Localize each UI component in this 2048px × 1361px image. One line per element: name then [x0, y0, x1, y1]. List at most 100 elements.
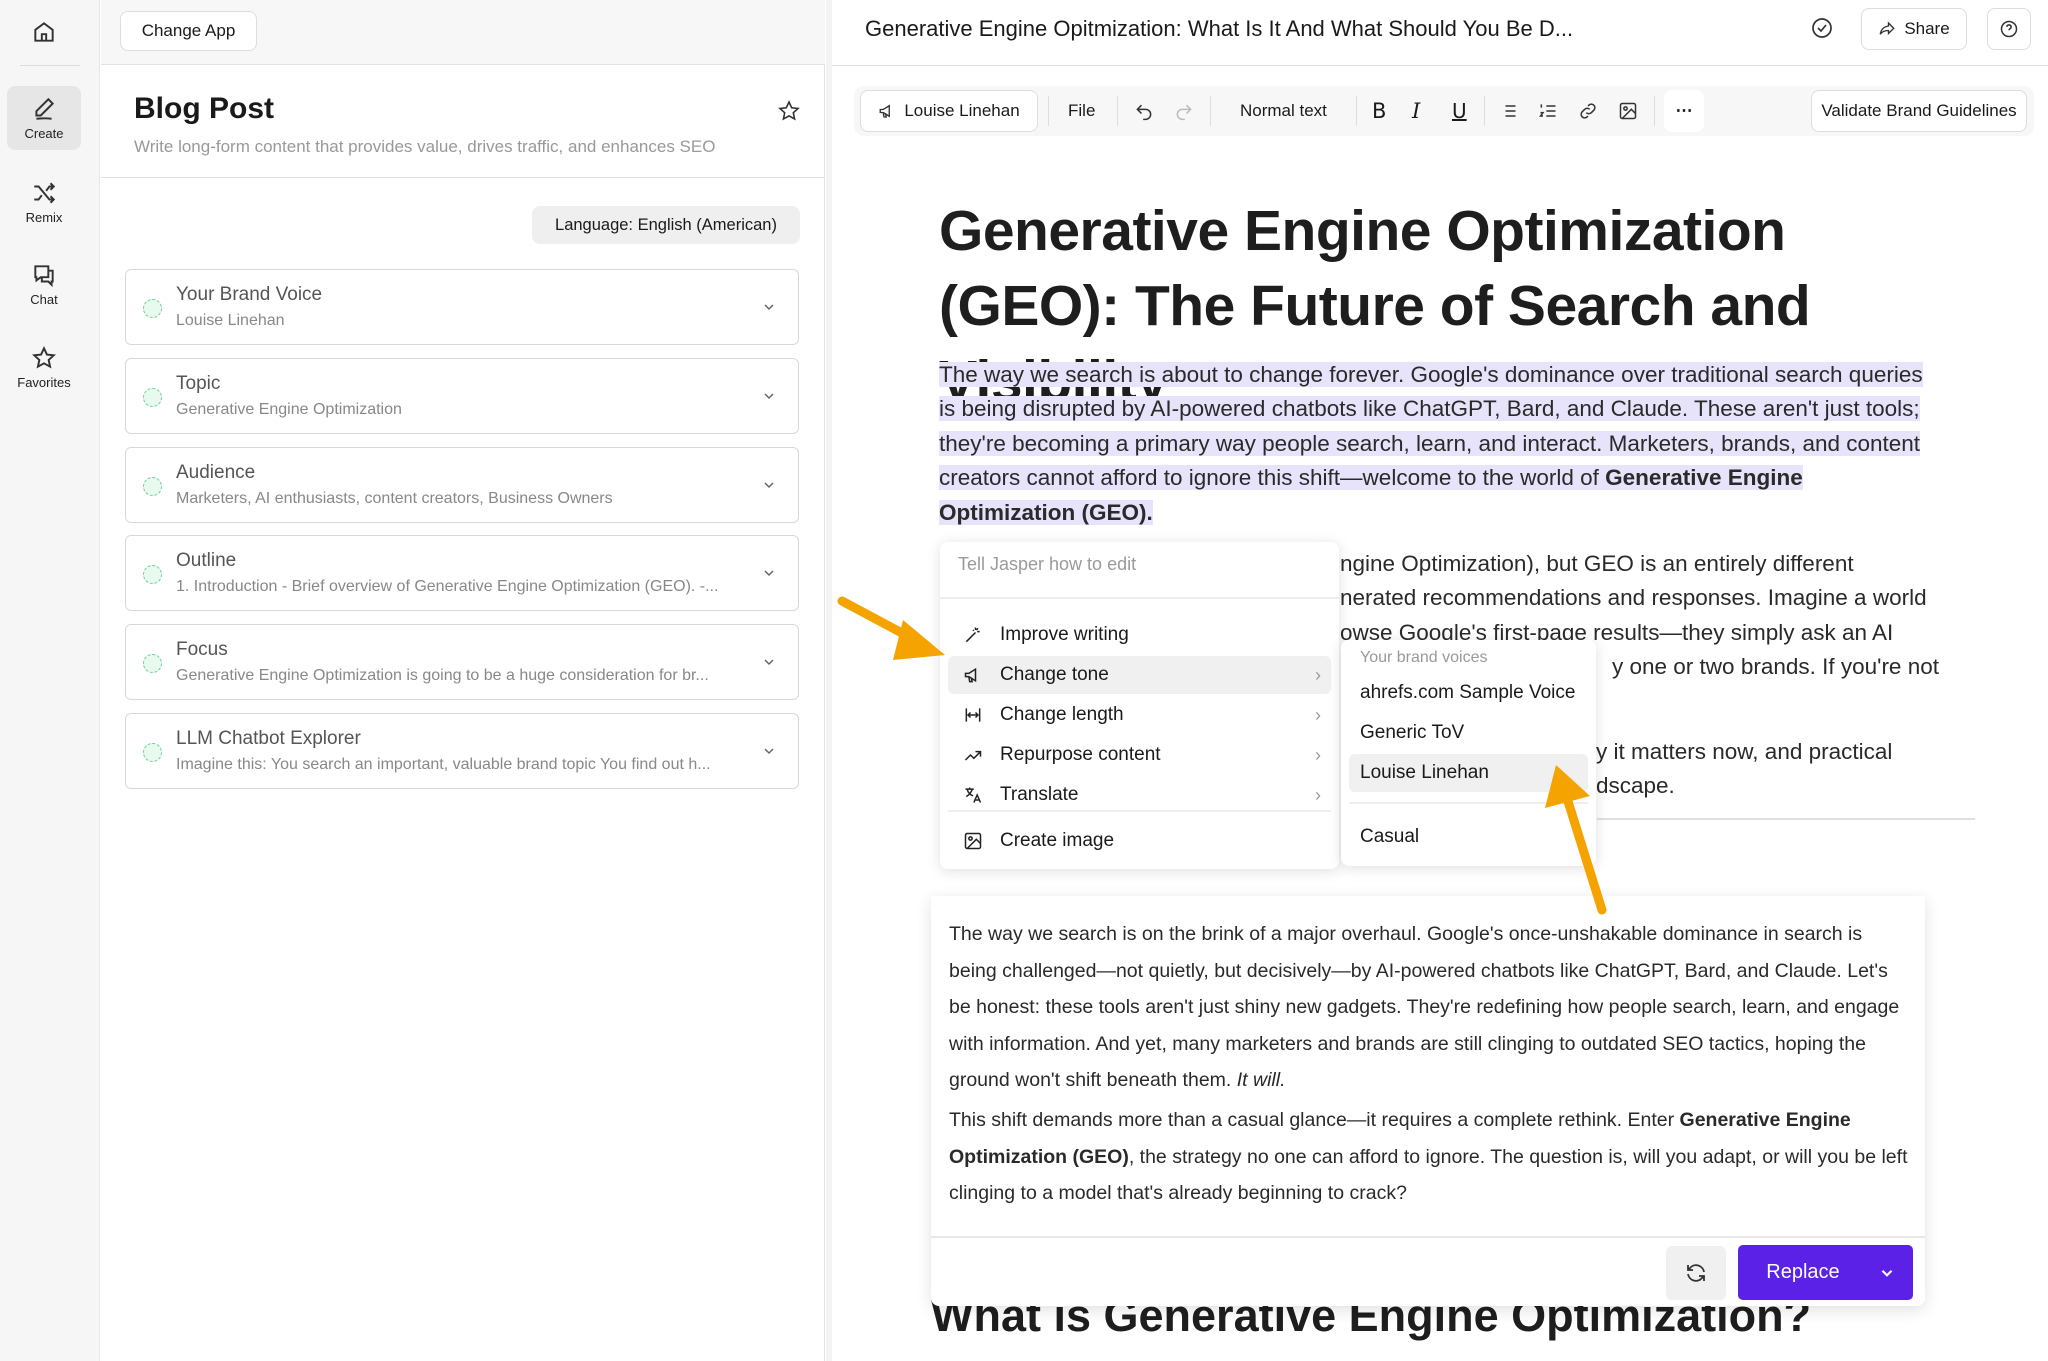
- bullet-list-icon[interactable]: [1498, 101, 1518, 121]
- share-label: Share: [1904, 19, 1950, 38]
- length-icon: [965, 708, 981, 722]
- undo-icon[interactable]: [1134, 101, 1154, 121]
- voice-option[interactable]: ahrefs.com Sample Voice: [1349, 674, 1588, 712]
- text-line: dscape.: [1596, 773, 1675, 799]
- check-circle-icon[interactable]: [1810, 16, 1834, 40]
- replace-button-group: Replace: [1738, 1245, 1913, 1300]
- change-app-button[interactable]: Change App: [120, 11, 257, 51]
- rail-label: Chat: [30, 291, 58, 307]
- brand-voice-button[interactable]: Louise Linehan: [860, 90, 1038, 132]
- edit-instruction-input[interactable]: Tell Jasper how to edit: [958, 554, 1136, 575]
- file-menu[interactable]: File: [1068, 92, 1095, 130]
- document-title[interactable]: Generative Engine Opitmization: What Is …: [865, 16, 1573, 42]
- menu-item-repurpose-content[interactable]: Repurpose content ›: [948, 736, 1331, 774]
- tone-submenu: Your brand voices ahrefs.com Sample Voic…: [1341, 640, 1596, 866]
- menu-item-improve-writing[interactable]: Improve writing: [948, 616, 1331, 654]
- menu-label: Improve writing: [1000, 624, 1129, 645]
- field-title: Audience: [176, 462, 256, 483]
- field-focus[interactable]: Focus Generative Engine Optimization is g…: [125, 624, 799, 700]
- divider: [101, 177, 825, 178]
- suggestion-paragraph-2: This shift demands more than a casual gl…: [949, 1102, 1909, 1212]
- toolbar-divider: [1654, 96, 1655, 126]
- italic-icon[interactable]: I: [1412, 92, 1420, 130]
- app-form-panel: Change App Blog Post Write long-form con…: [101, 0, 825, 1361]
- menu-label: Translate: [1000, 784, 1079, 805]
- brand-voice-label: Louise Linehan: [904, 101, 1020, 120]
- field-brand-voice[interactable]: Your Brand Voice Louise Linehan: [125, 269, 799, 345]
- status-circle-icon: [143, 477, 162, 496]
- suggestion-text: This shift demands more than a casual gl…: [949, 1109, 1680, 1131]
- share-icon: [1879, 21, 1896, 36]
- text-style-select[interactable]: Normal text: [1240, 92, 1327, 130]
- menu-item-change-tone[interactable]: Change tone ›: [948, 656, 1331, 694]
- field-title: Outline: [176, 550, 237, 571]
- voice-option-selected[interactable]: Louise Linehan: [1349, 754, 1588, 792]
- chevron-right-icon: ›: [1315, 664, 1321, 685]
- menu-label: Repurpose content: [1000, 744, 1161, 765]
- rail-label: Remix: [25, 209, 63, 225]
- chevron-down-icon[interactable]: [1879, 1265, 1895, 1281]
- divider: [940, 597, 1339, 599]
- selected-paragraph[interactable]: The way we search is about to change for…: [939, 358, 1939, 530]
- menu-item-create-image[interactable]: Create image: [948, 822, 1331, 860]
- help-button[interactable]: [1987, 8, 2031, 50]
- chat-icon: [34, 264, 54, 287]
- chevron-down-icon: [764, 659, 774, 666]
- more-icon[interactable]: ⋯: [1664, 90, 1704, 132]
- rail-remix[interactable]: Remix: [7, 170, 81, 234]
- page-subtitle: Write long-form content that provides va…: [134, 137, 716, 156]
- field-title: Your Brand Voice: [176, 284, 323, 305]
- rail-create[interactable]: Create: [7, 86, 81, 150]
- page-title: Blog Post: [134, 92, 274, 125]
- redo-icon[interactable]: [1174, 101, 1194, 121]
- status-circle-icon: [143, 743, 162, 762]
- field-llm-chatbot-explorer[interactable]: LLM Chatbot Explorer Imagine this: You se…: [125, 713, 799, 789]
- ai-edit-menu: Tell Jasper how to edit Improve writing …: [940, 542, 1339, 869]
- chevron-down-icon: [764, 482, 774, 489]
- link-icon[interactable]: [1578, 101, 1598, 121]
- toolbar-divider: [1210, 96, 1211, 126]
- field-value: 1. Introduction - Brief overview of Gene…: [176, 578, 719, 595]
- field-value: Imagine this: You search an important, v…: [176, 756, 711, 773]
- menu-label: Change length: [1000, 704, 1124, 725]
- trend-icon: [964, 750, 982, 761]
- replace-button[interactable]: Replace: [1738, 1245, 1868, 1300]
- submenu-header: Your brand voices: [1360, 649, 1488, 666]
- field-value: Generative Engine Optimization: [176, 401, 402, 418]
- status-circle-icon: [143, 299, 162, 318]
- rail-label: Favorites: [17, 374, 71, 390]
- underline-icon[interactable]: U: [1452, 92, 1467, 130]
- left-topbar: Change App: [101, 0, 825, 65]
- toolbar-divider: [1117, 96, 1118, 126]
- menu-item-change-length[interactable]: Change length ›: [948, 696, 1331, 734]
- rail-home[interactable]: [7, 0, 81, 64]
- voice-option[interactable]: Casual: [1349, 818, 1588, 856]
- paragraph-3[interactable]: y it matters now, and practical dscape.: [1596, 735, 1892, 804]
- voice-option[interactable]: Generic ToV: [1349, 714, 1588, 752]
- rail-label: Create: [24, 125, 64, 141]
- chevron-right-icon: ›: [1315, 784, 1321, 805]
- toolbar-divider: [1048, 96, 1049, 126]
- favorite-star-icon[interactable]: [777, 99, 801, 123]
- menu-item-translate[interactable]: Translate ›: [948, 776, 1331, 814]
- chevron-right-icon: ›: [1315, 744, 1321, 765]
- field-audience[interactable]: Audience Marketers, AI enthusiasts, conte…: [125, 447, 799, 523]
- field-value: Generative Engine Optimization is going …: [176, 667, 709, 684]
- field-topic[interactable]: Topic Generative Engine Optimization: [125, 358, 799, 434]
- megaphone-icon: [964, 667, 977, 683]
- chevron-right-icon: ›: [1315, 704, 1321, 725]
- bold-icon[interactable]: B: [1372, 92, 1386, 130]
- pen-icon: [35, 97, 55, 120]
- share-button[interactable]: Share: [1861, 8, 1967, 50]
- rail-favorites[interactable]: Favorites: [7, 335, 81, 399]
- text-line: nerated recommendations and responses. I…: [1340, 585, 1927, 611]
- shuffle-icon: [34, 182, 56, 203]
- language-button[interactable]: Language: English (American): [532, 206, 800, 244]
- image-icon[interactable]: [1618, 101, 1638, 121]
- validate-brand-guidelines-button[interactable]: Validate Brand Guidelines: [1811, 90, 2027, 132]
- rail-chat[interactable]: Chat: [7, 252, 81, 316]
- document-header: Generative Engine Opitmization: What Is …: [832, 0, 2048, 66]
- regenerate-button[interactable]: [1666, 1246, 1726, 1300]
- numbered-list-icon[interactable]: [1538, 101, 1558, 121]
- field-outline[interactable]: Outline 1. Introduction - Brief overview …: [125, 535, 799, 611]
